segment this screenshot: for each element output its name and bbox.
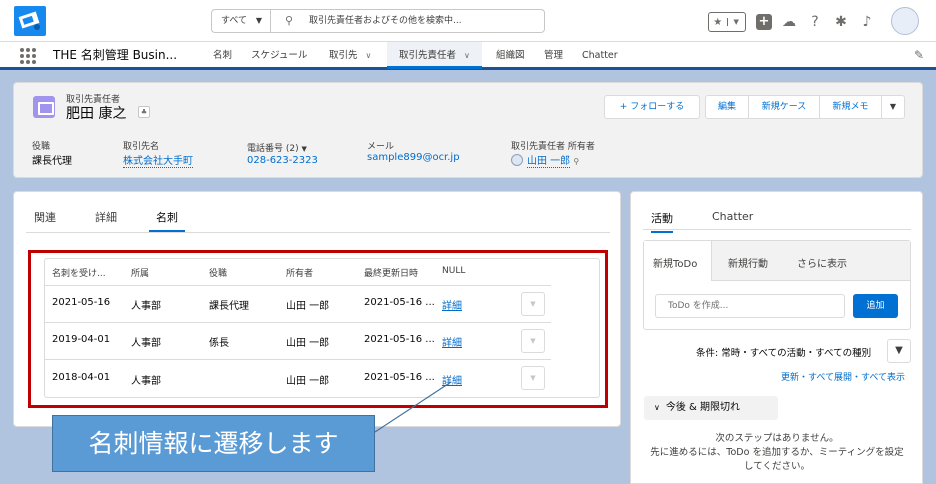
subtab-new-todo[interactable]: 新規ToDo	[653, 255, 697, 270]
subtab-more[interactable]: さらに表示	[797, 255, 847, 270]
activity-links[interactable]: 更新・すべて展開・すべて表示	[781, 370, 905, 383]
subtab-new-event[interactable]: 新規行動	[728, 255, 768, 270]
tab-chatter[interactable]: Chatter	[712, 210, 753, 223]
section-label: 今後 & 期限切れ	[665, 402, 741, 413]
tab-divider	[643, 229, 911, 230]
section-upcoming[interactable]: ∨ 今後 & 期限切れ	[644, 396, 778, 420]
filter-text: 条件: 常時・すべての活動・すべての種別	[696, 348, 872, 359]
no-steps-line: 先に進めるには、ToDo を追加するか、ミーティングを設定	[650, 447, 904, 458]
no-steps-line: してください。	[744, 461, 810, 472]
todo-input[interactable]: ToDo を作成...	[655, 294, 845, 318]
callout-annotation: 名刺情報に遷移します	[52, 415, 375, 472]
filter-icon[interactable]: ▼	[887, 339, 911, 363]
no-steps-line: 次のステップはありません。	[715, 433, 839, 444]
chevron-down-icon: ∨	[654, 403, 660, 412]
add-button[interactable]: 追加	[853, 294, 898, 318]
no-steps-message: 次のステップはありません。 先に進めるには、ToDo を追加するか、ミーティング…	[643, 432, 911, 474]
